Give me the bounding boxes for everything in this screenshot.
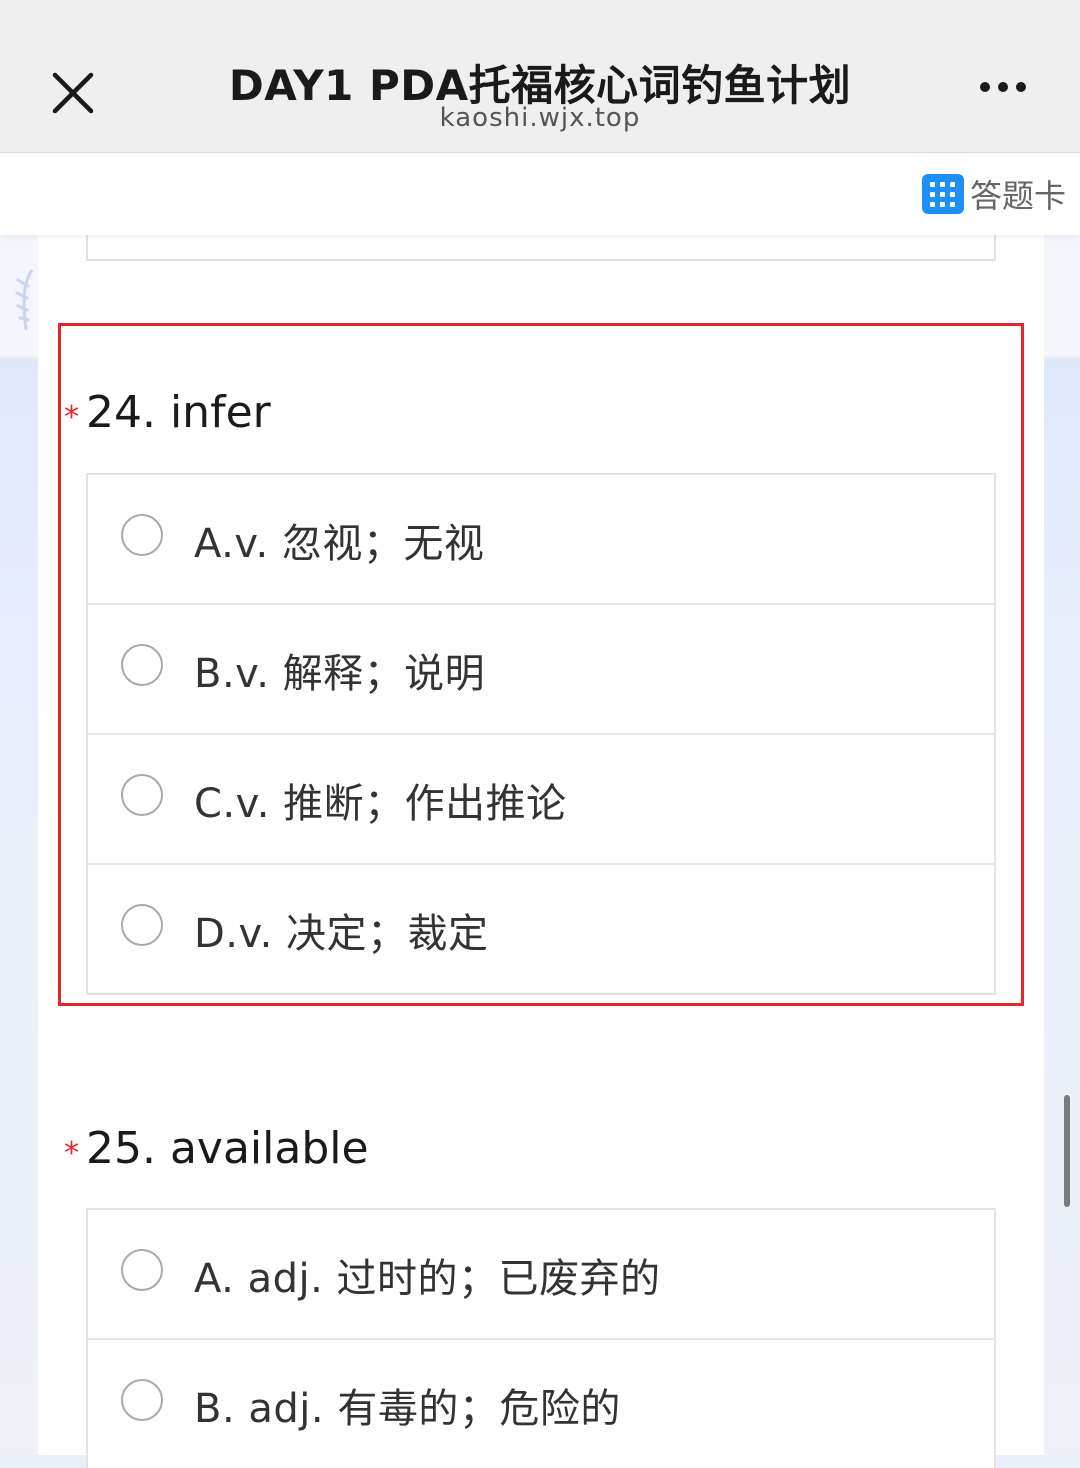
- scrollbar[interactable]: [1064, 1095, 1070, 1207]
- radio-button[interactable]: [121, 1249, 163, 1291]
- option-row[interactable]: C.v. 推断；作出推论: [88, 735, 994, 865]
- option-row[interactable]: A.v. 忽视；无视: [88, 475, 994, 605]
- required-mark: *: [64, 1136, 79, 1171]
- page-domain: kaoshi.wjx.top: [439, 103, 641, 133]
- radio-button[interactable]: [121, 1379, 163, 1421]
- close-icon[interactable]: [50, 70, 96, 116]
- option-label: B. adj. 有毒的；危险的: [194, 1386, 621, 1432]
- required-mark: *: [64, 400, 79, 435]
- question-title: 25. available: [86, 1123, 369, 1174]
- webview-header: DAY1 PDA托福核心词钓鱼计划 kaoshi.wjx.top: [0, 0, 1080, 153]
- option-label: D.v. 决定；裁定: [194, 911, 489, 957]
- answer-card-label: 答题卡: [969, 177, 1066, 215]
- option-row[interactable]: A. adj. 过时的；已废弃的: [88, 1210, 994, 1340]
- more-dots-icon[interactable]: [980, 82, 1036, 104]
- option-row[interactable]: B. adj. 有毒的；危险的: [88, 1340, 994, 1468]
- page-background-left: [0, 235, 38, 1455]
- question-options: A. adj. 过时的；已废弃的 B. adj. 有毒的；危险的: [86, 1208, 996, 1468]
- option-label: A. adj. 过时的；已废弃的: [194, 1256, 661, 1302]
- option-row[interactable]: D.v. 决定；裁定: [88, 865, 994, 993]
- radio-button[interactable]: [121, 514, 163, 556]
- radio-button[interactable]: [121, 774, 163, 816]
- radio-button[interactable]: [121, 904, 163, 946]
- option-label: B.v. 解释；说明: [194, 651, 486, 697]
- answer-card-button[interactable]: 答题卡: [921, 173, 1066, 215]
- leaf-decoration-icon: [15, 269, 34, 331]
- radio-button[interactable]: [121, 644, 163, 686]
- question-title: 24. infer: [86, 387, 271, 438]
- survey-content: * 24. infer A.v. 忽视；无视 B.v. 解释；说明 C.v. 推…: [38, 225, 1044, 1468]
- question-options: A.v. 忽视；无视 B.v. 解释；说明 C.v. 推断；作出推论 D.v. …: [86, 473, 996, 995]
- survey-toolbar: 答题卡: [0, 153, 1080, 235]
- option-label: A.v. 忽视；无视: [194, 521, 485, 567]
- grid-icon: [921, 174, 964, 214]
- option-row[interactable]: B.v. 解释；说明: [88, 605, 994, 735]
- page-background-right: [1044, 235, 1080, 1455]
- option-label: C.v. 推断；作出推论: [194, 781, 567, 827]
